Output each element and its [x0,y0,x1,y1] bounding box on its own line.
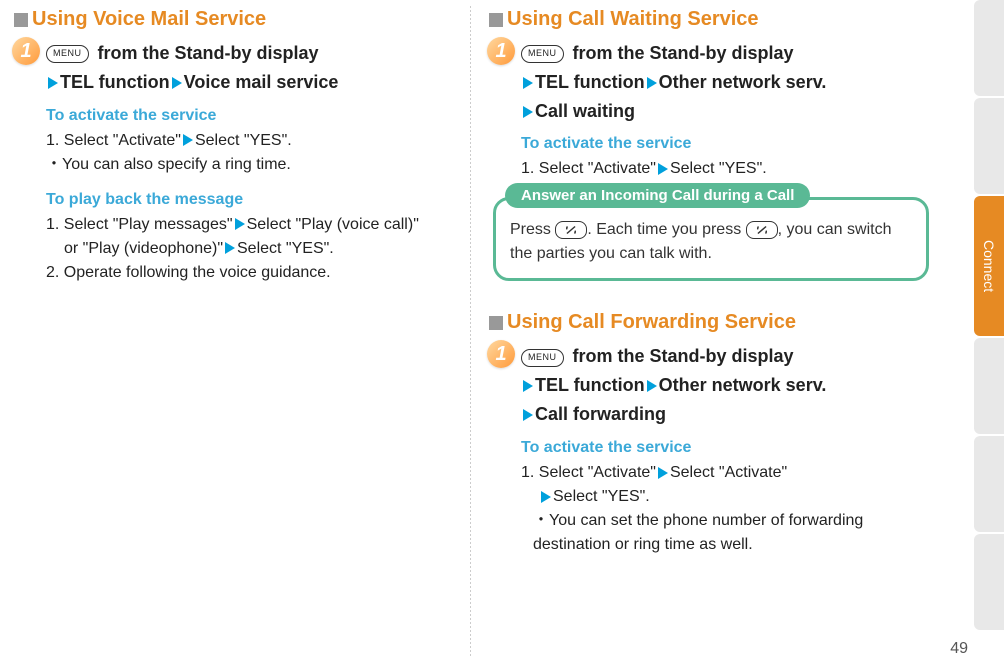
arrow-icon [647,77,657,89]
vm-p1b: Select "Play (voice call)" [247,216,419,233]
cf-nav3: Call forwarding [535,404,666,424]
info-a: Press [510,221,555,238]
arrow-icon [658,163,668,175]
side-tab-label: Connect [981,240,997,292]
cf-activate-text: 1. Select "Activate" Select "Activate" Se… [521,461,929,557]
vm-nav2: Voice mail service [184,72,339,92]
side-tab-connect[interactable]: Connect [974,196,1004,336]
vm-line1: from the Stand-by display [93,43,319,63]
page-number: 49 [950,640,968,658]
menu-icon: MENU [521,45,564,63]
right-column: Using Call Waiting Service 1 MENU from t… [471,0,941,662]
cw-act-l1: 1. Select "Activate" [521,160,656,177]
info-pill: Answer an Incoming Call during a Call [505,183,810,208]
section-marker [489,13,503,27]
call-forwarding-title: Using Call Forwarding Service [507,311,796,334]
vm-act-l2: Select "YES". [195,132,292,149]
info-box-wrapper: Answer an Incoming Call during a Call Pr… [489,197,929,281]
cf-l1c: Select "YES". [553,488,650,505]
arrow-icon [172,77,182,89]
side-tab-grey-1 [974,0,1004,96]
menu-icon: MENU [46,45,89,63]
arrow-icon [523,77,533,89]
vm-p1a: 1. Select "Play messages" [46,216,233,233]
call-waiting-step1: 1 MENU from the Stand-by display TEL fun… [489,39,929,125]
vm-activate-head: To activate the service [46,107,452,125]
vm-p1d: Select "YES". [237,240,334,257]
voice-mail-title: Using Voice Mail Service [32,8,266,31]
section-marker [14,13,28,27]
side-tabs: Connect [974,0,1004,662]
vm-nav1: TEL function [60,72,170,92]
vm-activate-text: 1. Select "Activate" Select "YES". ・You c… [46,129,452,177]
cw-nav3: Call waiting [535,101,635,121]
arrow-icon [183,134,193,146]
cw-act-l2: Select "YES". [670,160,767,177]
arrow-icon [523,380,533,392]
voice-mail-title-row: Using Voice Mail Service [14,8,452,31]
call-waiting-title-row: Using Call Waiting Service [489,8,929,31]
side-tab-grey-4 [974,436,1004,532]
info-box: Press . Each time you press , you can sw… [493,197,929,281]
call-forwarding-step1: 1 MENU from the Stand-by display TEL fun… [489,342,929,428]
arrow-icon [48,77,58,89]
voice-mail-step1: 1 MENU from the Stand-by display TEL fun… [14,39,452,97]
cf-nav2: Other network serv. [659,375,827,395]
arrow-icon [235,218,245,230]
arrow-icon [647,380,657,392]
cf-note-text: ・You can set the phone number of forward… [521,509,929,557]
arrow-icon [225,242,235,254]
cw-activate-text: 1. Select "Activate" Select "YES". [521,157,929,181]
cf-nav1: TEL function [535,375,645,395]
section-marker [489,316,503,330]
arrow-icon [523,409,533,421]
step-number-1: 1 [12,37,40,65]
vm-p1c: or "Play (videophone)" [64,240,223,257]
vm-act-note: ・You can also specify a ring time. [46,156,291,173]
page: Using Voice Mail Service 1 MENU from the… [0,0,1004,662]
cf-line1: from the Stand-by display [568,346,794,366]
step-number-1: 1 [487,340,515,368]
cf-step-text: MENU from the Stand-by display TEL funct… [521,342,929,428]
cw-step-text: MENU from the Stand-by display TEL funct… [521,39,929,125]
call-forwarding-title-row: Using Call Forwarding Service [489,311,929,334]
step-number-1: 1 [487,37,515,65]
menu-icon: MENU [521,349,564,367]
side-tab-grey-2 [974,98,1004,194]
call-key-icon [555,221,587,239]
vm-p1-ind: or "Play (videophone)" Select "YES". [46,237,452,261]
side-tab-grey-3 [974,338,1004,434]
cf-l1b: Select "Activate" [670,464,787,481]
vm-play-block: To play back the message 1. Select "Play… [14,191,452,285]
arrow-icon [658,467,668,479]
side-tab-grey-5 [974,534,1004,630]
cf-activate-head: To activate the service [521,439,929,457]
cw-nav2: Other network serv. [659,72,827,92]
voice-mail-step-text: MENU from the Stand-by display TEL funct… [46,39,452,97]
info-b: . Each time you press [587,221,745,238]
cw-activate-block: To activate the service 1. Select "Activ… [489,135,929,181]
vm-activate-block: To activate the service 1. Select "Activ… [14,107,452,177]
vm-play-head: To play back the message [46,191,452,209]
cf-l1a: 1. Select "Activate" [521,464,656,481]
cw-activate-head: To activate the service [521,135,929,153]
arrow-icon [541,491,551,503]
call-key-icon [746,221,778,239]
call-waiting-title: Using Call Waiting Service [507,8,759,31]
cw-line1: from the Stand-by display [568,43,794,63]
cf-activate-block: To activate the service 1. Select "Activ… [489,439,929,557]
vm-act-l1: 1. Select "Activate" [46,132,181,149]
arrow-icon [523,106,533,118]
vm-p2: 2. Operate following the voice guidance. [46,264,331,281]
cw-nav1: TEL function [535,72,645,92]
cf-note: ・You can set the phone number of forward… [521,509,929,557]
vm-play-text: 1. Select "Play messages" Select "Play (v… [46,213,452,285]
left-column: Using Voice Mail Service 1 MENU from the… [0,0,470,662]
cf-l1-ind: Select "YES". [521,485,929,509]
